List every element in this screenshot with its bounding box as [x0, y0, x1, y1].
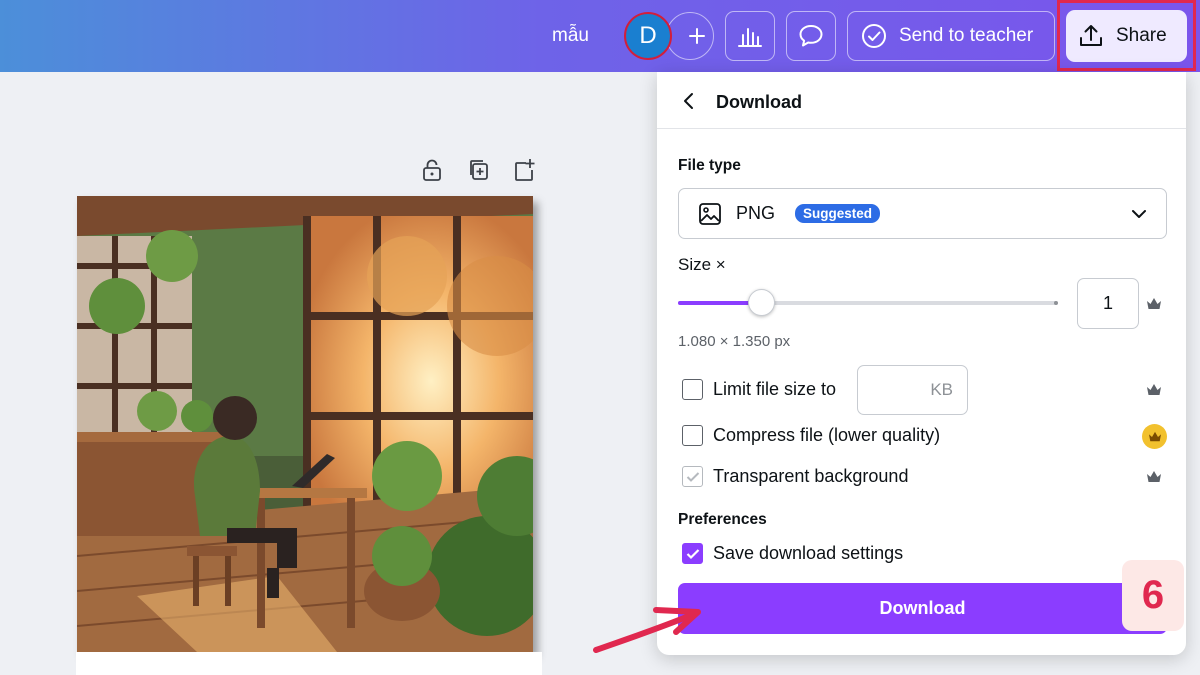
artboard-next-page-edge — [76, 652, 542, 675]
save-settings-label: Save download settings — [713, 543, 904, 563]
size-label: Size × — [678, 255, 726, 274]
limit-file-size-label: Limit file size to — [713, 379, 837, 399]
transparent-background-checkbox[interactable] — [682, 466, 703, 487]
size-slider[interactable] — [678, 301, 1057, 305]
comment-icon — [799, 25, 823, 47]
transparent-background-label: Transparent background — [713, 466, 909, 486]
compress-file-row[interactable]: Compress file (lower quality) — [682, 425, 940, 446]
comment-button[interactable] — [786, 11, 836, 61]
insights-icon — [738, 28, 762, 47]
image-file-icon — [699, 202, 721, 225]
file-type-value: PNG — [736, 203, 776, 223]
preferences-label: Preferences — [678, 511, 767, 528]
panel-header: Download — [657, 72, 1186, 129]
step-number-badge: 6 — [1122, 560, 1184, 631]
back-arrow-icon[interactable] — [679, 91, 699, 111]
file-type-label: File type — [678, 157, 741, 174]
limit-file-size-checkbox[interactable] — [682, 379, 703, 400]
insights-button[interactable] — [725, 11, 775, 61]
compress-file-checkbox[interactable] — [682, 425, 703, 446]
save-settings-row[interactable]: Save download settings — [682, 543, 903, 564]
download-button[interactable]: Download — [678, 583, 1167, 634]
compress-file-label: Compress file (lower quality) — [713, 425, 941, 445]
add-collaborator-button[interactable] — [666, 12, 714, 60]
send-to-teacher-label: Send to teacher — [899, 25, 1034, 46]
file-size-unit: KB — [930, 380, 953, 399]
top-bar: mẫu D Send to teacher Share — [0, 0, 1200, 72]
size-slider-handle[interactable] — [748, 289, 775, 316]
share-button[interactable]: Share — [1066, 10, 1187, 62]
crown-gold-icon — [1142, 424, 1167, 449]
crown-icon — [1147, 471, 1161, 482]
download-panel: Download File type PNG Suggested Size × … — [657, 72, 1186, 655]
suggested-badge: Suggested — [795, 204, 881, 223]
size-slider-end — [1054, 301, 1058, 305]
share-label: Share — [1116, 25, 1167, 46]
add-page-icon[interactable] — [513, 158, 537, 182]
share-upload-icon — [1080, 25, 1102, 46]
crown-icon — [1147, 384, 1161, 395]
plus-icon — [689, 28, 705, 44]
size-input[interactable]: 1 — [1077, 278, 1139, 329]
file-type-select[interactable]: PNG Suggested — [678, 188, 1167, 239]
limit-file-size-row[interactable]: Limit file size to — [682, 379, 836, 400]
transparent-background-row[interactable]: Transparent background — [682, 466, 908, 487]
design-artboard-image[interactable] — [77, 196, 533, 652]
send-to-teacher-button[interactable]: Send to teacher — [847, 11, 1055, 61]
save-settings-checkbox[interactable] — [682, 543, 703, 564]
duplicate-icon[interactable] — [467, 158, 491, 182]
panel-title: Download — [716, 92, 802, 112]
crown-icon — [1147, 298, 1161, 309]
avatar[interactable]: D — [624, 12, 672, 60]
lock-icon[interactable] — [421, 158, 445, 182]
check-circle-icon — [862, 24, 886, 48]
design-name[interactable]: mẫu — [552, 25, 589, 47]
dimensions-text: 1.080 × 1.350 px — [678, 333, 791, 350]
chevron-down-icon — [1132, 210, 1146, 218]
file-size-input[interactable]: KB — [857, 365, 968, 415]
red-pointer-arrow-icon — [593, 607, 701, 653]
